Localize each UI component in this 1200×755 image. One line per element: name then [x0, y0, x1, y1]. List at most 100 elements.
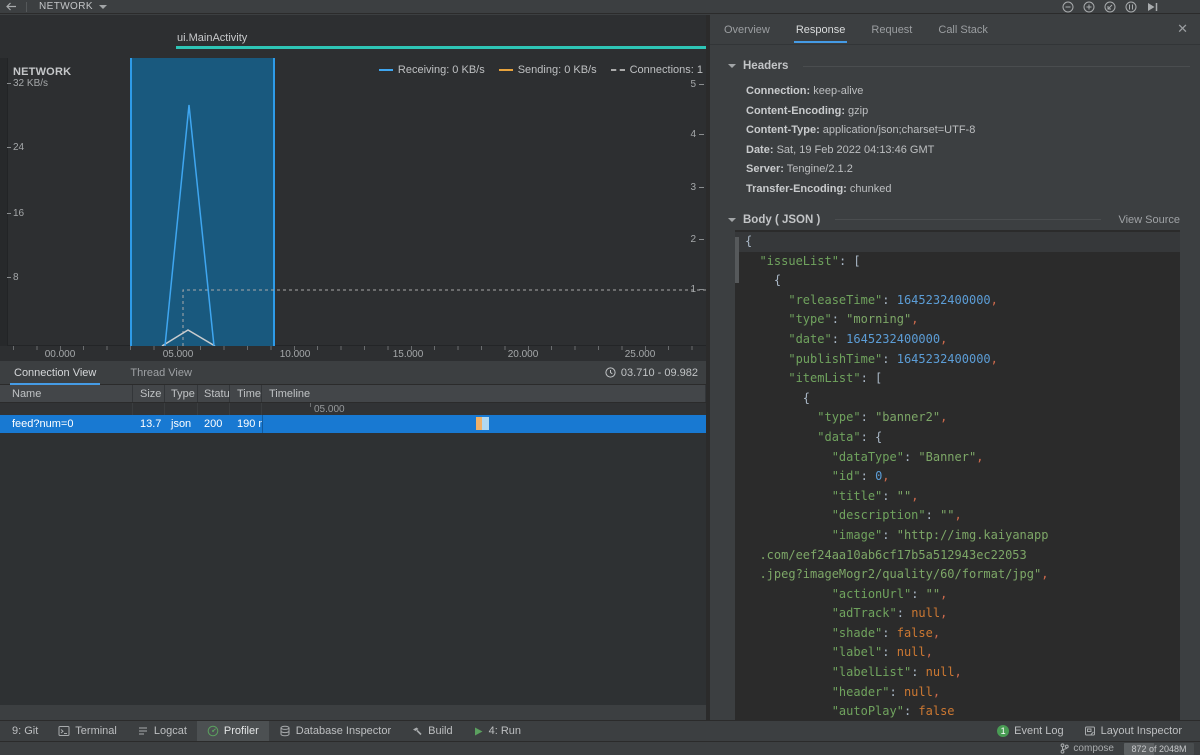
terminal-icon	[58, 725, 70, 737]
network-profiler-stage[interactable]: ui.MainActivity NETWORK Receiving: 0 KB/…	[0, 15, 706, 373]
header-value: Sat, 19 Feb 2022 04:13:46 GMT	[774, 144, 935, 156]
reset-zoom-icon[interactable]	[1104, 1, 1116, 13]
activity-name: ui.MainActivity	[177, 32, 247, 44]
activity-timeline: ui.MainActivity	[0, 15, 706, 58]
y-axis-right-tick-label: 3	[690, 182, 696, 193]
json-code: { "issueList": [ { "releaseTime": 164523…	[735, 232, 1180, 720]
body-section-header[interactable]: Body ( JSON ) View Source	[710, 212, 1200, 228]
connection-time-cell: 190 ms	[230, 415, 262, 433]
zoom-in-icon[interactable]	[1083, 1, 1095, 13]
chart-series-lines	[0, 58, 706, 346]
git-branch-widget[interactable]: compose	[1060, 743, 1114, 754]
tab-call-stack[interactable]: Call Stack	[938, 15, 988, 45]
column-header-size[interactable]: Size	[133, 385, 165, 402]
toolwindow-terminal[interactable]: Terminal	[48, 721, 127, 741]
json-line: .com/eef24aa10ab6cf17b5a512943ec22053	[735, 546, 1180, 566]
tab-overview-label: Overview	[724, 24, 770, 36]
logcat-icon	[137, 725, 149, 737]
json-line: "label": null,	[735, 643, 1180, 663]
tab-overview[interactable]: Overview	[724, 15, 770, 45]
json-scrollbar-thumb[interactable]	[735, 237, 739, 283]
header-key: Content-Encoding:	[746, 105, 845, 117]
zoom-out-icon[interactable]	[1062, 1, 1074, 13]
json-line: "labelList": null,	[735, 663, 1180, 683]
toolwindow-logcat[interactable]: Logcat	[127, 721, 197, 741]
json-line: "title": "",	[735, 487, 1180, 507]
x-axis-tickmarks	[13, 346, 706, 350]
header-value: chunked	[847, 183, 892, 195]
zoom-to-selection-icon[interactable]	[1125, 1, 1137, 13]
git-branch-icon	[1060, 743, 1069, 754]
back-button[interactable]	[0, 0, 22, 13]
json-line: "releaseTime": 1645232400000,	[735, 291, 1180, 311]
toolwindow-build[interactable]: Build	[401, 721, 462, 741]
toolwindow-event-log[interactable]: 1 Event Log	[987, 721, 1074, 741]
legend-item: Receiving: 0 KB/s	[379, 64, 485, 76]
timeline-ruler-row: 05.000	[0, 403, 706, 415]
json-line: "date": 1645232400000,	[735, 330, 1180, 350]
chart-title: NETWORK	[13, 66, 71, 78]
hammer-icon	[411, 725, 423, 737]
toolbar-separator	[26, 2, 27, 12]
headers-section-header[interactable]: Headers	[710, 58, 1200, 74]
database-icon	[279, 725, 291, 737]
toolwindow-profiler[interactable]: Profiler	[197, 721, 269, 741]
legend-swatch-icon	[379, 69, 393, 71]
response-headers-list: Connection: keep-aliveContent-Encoding: …	[710, 82, 1200, 200]
toolwindow-database-inspector-label: Database Inspector	[296, 725, 391, 737]
tab-connection-view[interactable]: Connection View	[10, 361, 100, 385]
json-line: .jpeg?imageMogr2/quality/60/format/jpg",	[735, 565, 1180, 585]
session-selector-dropdown[interactable]: NETWORK	[31, 1, 115, 12]
view-source-link[interactable]: View Source	[1118, 214, 1180, 226]
y-axis-right-tick-label: 4	[690, 129, 696, 140]
tab-call-stack-label: Call Stack	[938, 24, 988, 36]
json-line: "adTrack": null,	[735, 604, 1180, 624]
column-header-type[interactable]: Type	[165, 385, 198, 402]
json-body-viewer[interactable]: { "issueList": [ { "releaseTime": 164523…	[735, 230, 1180, 720]
json-line: "image": "http://img.kaiyanapp	[735, 526, 1180, 546]
json-line: "id": 0,	[735, 467, 1180, 487]
legend-item: Connections: 1	[611, 64, 703, 76]
attach-to-live-icon[interactable]	[1146, 1, 1158, 13]
column-header-timeline[interactable]: Timeline	[262, 385, 706, 402]
tab-request[interactable]: Request	[871, 15, 912, 45]
tab-response[interactable]: Response	[796, 15, 846, 45]
activity-lifetime-bar	[176, 46, 706, 49]
y-axis-tick-label: 24	[13, 142, 24, 153]
toolwindow-run[interactable]: 4: Run	[463, 721, 531, 741]
column-header-time[interactable]: Time	[230, 385, 262, 402]
header-key: Content-Type:	[746, 124, 820, 136]
json-line: "data": {	[735, 428, 1180, 448]
connections-current-marker: 1	[690, 284, 696, 295]
connections-panel: Connection View Thread View 03.710 - 09.…	[0, 361, 706, 705]
section-rule	[803, 66, 1190, 67]
toolwindow-layout-inspector[interactable]: Layout Inspector	[1074, 721, 1192, 741]
toolwindow-event-log-label: Event Log	[1014, 725, 1064, 737]
response-header-row: Server: Tengine/2.1.2	[746, 160, 1200, 180]
json-line: "type": "banner2",	[735, 408, 1180, 428]
column-header-name[interactable]: Name	[0, 385, 133, 402]
json-line: "shade": false,	[735, 624, 1180, 644]
memory-indicator[interactable]: 872 of 2048M	[1124, 743, 1194, 755]
connection-inspector-panel: Overview Response Request Call Stack ✕ H…	[710, 15, 1200, 720]
json-line: "header": null,	[735, 683, 1180, 703]
connection-name-cell: feed?num=0	[0, 415, 133, 433]
x-axis-tick-label: 00.000	[45, 349, 76, 360]
close-icon[interactable]: ✕	[1177, 22, 1188, 35]
toolwindow-build-label: Build	[428, 725, 452, 737]
body-section-title: Body ( JSON )	[743, 214, 820, 226]
toolwindow-git[interactable]: 9: Git	[2, 721, 48, 741]
connections-table-header: Name Size Type Status Time Timeline	[0, 385, 706, 403]
connection-size-cell: 13.7 KB	[133, 415, 165, 433]
tab-thread-view[interactable]: Thread View	[126, 361, 196, 385]
connection-row-selected[interactable]: feed?num=0 13.7 KB json 200 190 ms	[0, 415, 706, 433]
legend-label: Connections: 1	[630, 64, 703, 76]
legend-label: Receiving: 0 KB/s	[398, 64, 485, 76]
receiving-series-line	[165, 105, 214, 346]
header-key: Transfer-Encoding:	[746, 183, 847, 195]
toolwindow-database-inspector[interactable]: Database Inspector	[269, 721, 401, 741]
branch-name: compose	[1073, 743, 1114, 754]
json-line: "publishTime": 1645232400000,	[735, 350, 1180, 370]
column-header-status[interactable]: Status	[198, 385, 230, 402]
network-usage-chart[interactable]: NETWORK Receiving: 0 KB/sSending: 0 KB/s…	[0, 58, 706, 346]
